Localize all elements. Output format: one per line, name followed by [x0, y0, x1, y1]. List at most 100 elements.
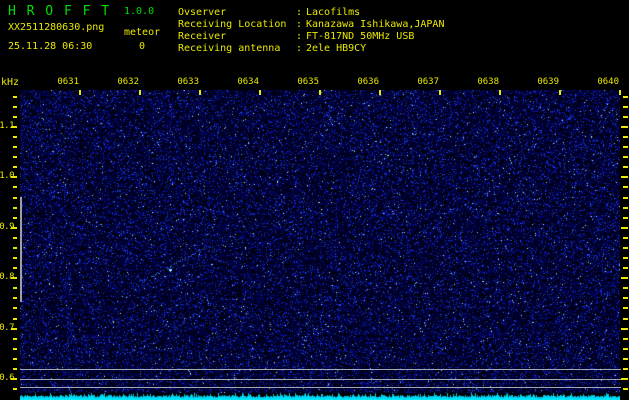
- app-version: 1.0.0: [124, 6, 155, 17]
- x-tick-label: 0638: [477, 77, 499, 87]
- x-tick-label: 0631: [57, 77, 79, 87]
- y-minor-tick-right: [623, 207, 628, 209]
- y-minor-tick-left: [13, 388, 17, 390]
- x-tick-label: 0637: [417, 77, 439, 87]
- y-minor-tick-left: [13, 106, 17, 108]
- y-minor-tick-left: [13, 297, 17, 299]
- x-tick-mark: [259, 90, 261, 95]
- y-minor-tick-right: [623, 307, 628, 309]
- y-major-tick-left: [11, 328, 17, 330]
- y-minor-tick-right: [623, 96, 628, 98]
- y-minor-tick-right: [623, 186, 628, 188]
- y-minor-tick-left: [13, 287, 17, 289]
- info-value: 2ele HB9CY: [306, 43, 367, 54]
- y-minor-tick-right: [623, 197, 628, 199]
- x-tick-mark: [439, 90, 441, 95]
- y-minor-tick-left: [13, 307, 17, 309]
- x-tick-mark: [319, 90, 321, 95]
- y-major-tick-left: [11, 176, 17, 178]
- info-colon: :: [296, 19, 303, 30]
- info-label: Receiving antenna: [178, 43, 281, 54]
- info-colon: :: [296, 7, 303, 18]
- y-major-tick-right: [621, 328, 628, 330]
- info-label: Ovserver: [178, 7, 227, 18]
- y-minor-tick-right: [623, 318, 628, 320]
- y-minor-tick-right: [623, 348, 628, 350]
- y-minor-tick-left: [13, 116, 17, 118]
- y-major-tick-right: [621, 126, 628, 128]
- y-minor-tick-left: [13, 136, 17, 138]
- y-minor-tick-left: [13, 146, 17, 148]
- y-minor-tick-left: [13, 257, 17, 259]
- y-minor-tick-left: [13, 166, 17, 168]
- y-minor-tick-right: [623, 267, 628, 269]
- y-major-tick-right: [621, 176, 628, 178]
- y-minor-tick-left: [13, 207, 17, 209]
- info-value: FT-817ND 50MHz USB: [306, 31, 415, 42]
- y-axis-unit-label: kHz: [1, 77, 20, 88]
- y-minor-tick-right: [623, 106, 628, 108]
- y-minor-tick-left: [13, 338, 17, 340]
- reference-line: [20, 379, 621, 380]
- x-tick-label: 0634: [237, 77, 259, 87]
- y-major-tick-left: [11, 277, 17, 279]
- y-major-tick-right: [621, 277, 628, 279]
- info-row: Receiver: FT-817ND 50MHz USB: [178, 31, 444, 43]
- y-minor-tick-right: [623, 166, 628, 168]
- recording-start-marker: [20, 197, 22, 302]
- y-minor-tick-left: [13, 358, 17, 360]
- y-minor-tick-left: [13, 96, 17, 98]
- x-tick-mark: [79, 90, 81, 95]
- meteor-count: 0: [139, 41, 146, 52]
- y-major-tick-left: [11, 378, 17, 380]
- info-colon: :: [296, 31, 303, 42]
- y-minor-tick-right: [623, 358, 628, 360]
- x-tick-mark: [619, 90, 621, 95]
- y-minor-tick-right: [623, 287, 628, 289]
- y-minor-tick-left: [13, 348, 17, 350]
- output-filename: XX2511280630.png: [8, 22, 105, 33]
- y-minor-tick-right: [623, 116, 628, 118]
- mode-label: meteor: [124, 27, 161, 38]
- x-tick-mark: [379, 90, 381, 95]
- x-tick-label: 0636: [357, 77, 379, 87]
- y-minor-tick-left: [13, 247, 17, 249]
- y-minor-tick-left: [13, 318, 17, 320]
- y-minor-tick-right: [623, 136, 628, 138]
- spectrogram-canvas: [20, 90, 620, 400]
- y-minor-tick-left: [13, 267, 17, 269]
- y-major-tick-right: [621, 378, 628, 380]
- x-tick-mark: [139, 90, 141, 95]
- x-tick-label: 0639: [537, 77, 559, 87]
- info-label: Receiver: [178, 31, 227, 42]
- y-minor-tick-left: [13, 217, 17, 219]
- x-tick-label: 0640: [597, 77, 619, 87]
- y-minor-tick-right: [623, 388, 628, 390]
- y-major-tick-left: [11, 227, 17, 229]
- y-minor-tick-right: [623, 338, 628, 340]
- y-minor-tick-right: [623, 297, 628, 299]
- y-minor-tick-right: [623, 257, 628, 259]
- y-minor-tick-left: [13, 368, 17, 370]
- y-major-tick-right: [621, 227, 628, 229]
- y-minor-tick-right: [623, 217, 628, 219]
- y-minor-tick-right: [623, 146, 628, 148]
- info-label: Receiving Location: [178, 19, 287, 30]
- y-minor-tick-right: [623, 156, 628, 158]
- info-value: Kanazawa Ishikawa,JAPAN: [306, 19, 445, 30]
- station-info-block: Ovserver: Lacofilms Receiving Location: Kan…: [178, 7, 444, 55]
- hrofft-window: H R O F F T 1.0.0 XX2511280630.png meteo…: [0, 0, 629, 400]
- y-major-tick-left: [11, 126, 17, 128]
- x-tick-mark: [499, 90, 501, 95]
- y-minor-tick-left: [13, 237, 17, 239]
- x-tick-label: 0633: [177, 77, 199, 87]
- y-minor-tick-right: [623, 237, 628, 239]
- x-tick-mark: [559, 90, 561, 95]
- info-value: Lacofilms: [306, 7, 361, 18]
- info-row: Receiving antenna:2ele HB9CY: [178, 43, 444, 55]
- x-tick-label: 0635: [297, 77, 319, 87]
- x-tick-label: 0632: [117, 77, 139, 87]
- y-minor-tick-left: [13, 186, 17, 188]
- x-tick-mark: [199, 90, 201, 95]
- info-row: Ovserver: Lacofilms: [178, 7, 444, 19]
